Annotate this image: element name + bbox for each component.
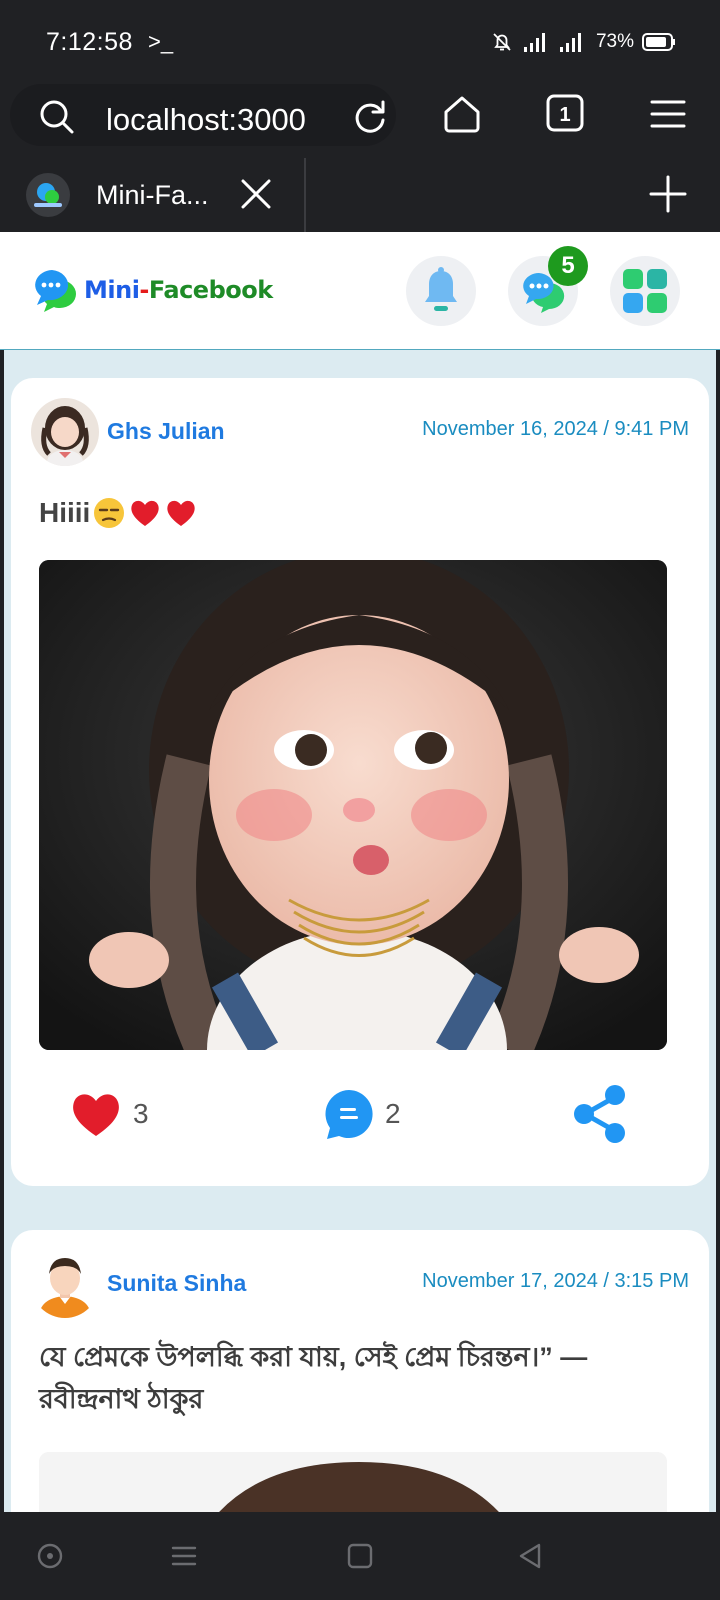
tabs-icon: 1 (546, 94, 584, 132)
tab-favicon (26, 173, 70, 217)
post-card: Ghs Julian November 16, 2024 / 9:41 PM H… (11, 378, 709, 1186)
post-text-content: Hiiii (39, 497, 91, 528)
post-card: Sunita Sinha November 17, 2024 / 3:15 PM… (11, 1230, 709, 1512)
battery-percent: 73% (595, 31, 634, 52)
share-button[interactable] (573, 1085, 627, 1143)
status-time: 7:12:58 (46, 28, 133, 56)
messages-badge: 5 (548, 246, 588, 286)
system-nav-bar (0, 1512, 720, 1600)
avatar[interactable] (31, 1250, 99, 1318)
post-image[interactable] (39, 560, 667, 1050)
app-logo[interactable]: Mini-Facebook (30, 262, 273, 318)
post-timestamp: November 17, 2024 / 3:15 PM (422, 1270, 689, 1292)
logo-mini: Mini (84, 276, 140, 304)
status-bar: 7:12:58 >_ 73% (0, 0, 720, 80)
news-feed[interactable]: Ghs Julian November 16, 2024 / 9:41 PM H… (4, 350, 716, 1512)
avatar-image (31, 398, 99, 466)
plus-icon[interactable] (648, 174, 688, 214)
post-timestamp: November 16, 2024 / 9:41 PM (422, 418, 689, 440)
heart-icon (73, 1094, 119, 1136)
logo-facebook: Facebook (148, 276, 273, 304)
share-icon (574, 1085, 625, 1143)
apps-button[interactable] (610, 256, 680, 326)
back-icon[interactable] (514, 1540, 546, 1572)
menu-icon[interactable] (648, 94, 688, 134)
bell-off-icon (493, 33, 511, 51)
app-header: Mini-Facebook 5 (0, 232, 720, 350)
like-count: 3 (133, 1098, 149, 1129)
assistant-icon[interactable] (34, 1540, 66, 1572)
comment-button[interactable]: 2 (323, 1086, 401, 1142)
post-text: Hiiii (39, 496, 198, 530)
red-heart-icon (167, 500, 196, 526)
post-emojis (92, 496, 198, 530)
comment-icon (325, 1090, 373, 1139)
unamused-face-icon (94, 498, 125, 528)
post-photo (39, 560, 667, 1050)
post-photo (39, 1452, 667, 1512)
comment-count: 2 (385, 1098, 401, 1129)
url-bar[interactable]: localhost:3000 (10, 84, 396, 146)
home-nav-icon[interactable] (344, 1540, 376, 1572)
logo-text: Mini-Facebook (84, 276, 273, 304)
author-name[interactable]: Ghs Julian (107, 418, 225, 445)
terminal-icon: >_ (148, 29, 174, 54)
tabs-switcher-button[interactable]: 1 (545, 93, 585, 133)
url-text[interactable]: localhost:3000 (106, 102, 306, 138)
avatar[interactable] (31, 398, 99, 466)
author-name[interactable]: Sunita Sinha (107, 1270, 246, 1297)
chat-bubble-logo-icon (35, 270, 76, 312)
post-image[interactable] (39, 1452, 667, 1512)
default-avatar-icon (31, 1250, 99, 1318)
tab-count: 1 (559, 104, 570, 126)
reload-icon[interactable] (350, 97, 390, 137)
recent-apps-icon[interactable] (168, 1540, 200, 1572)
favicon-icon (34, 183, 62, 207)
battery-icon (642, 33, 675, 51)
tab-title[interactable]: Mini-Fa... (96, 180, 209, 211)
notifications-button[interactable] (406, 256, 476, 326)
home-icon[interactable] (440, 92, 484, 136)
messages-button[interactable]: 5 (508, 246, 588, 326)
search-icon (40, 100, 74, 134)
like-button[interactable]: 3 (69, 1086, 149, 1142)
logo-dash: - (139, 276, 149, 304)
signal-icon-2 (559, 33, 581, 52)
signal-icon (523, 33, 545, 52)
post-text: যে প্রেমকে উপলব্ধি করা যায়, সেই প্রেম চ… (39, 1342, 588, 1414)
apps-grid-icon (623, 269, 667, 313)
bell-icon (425, 267, 457, 311)
browser-toolbar: localhost:3000 1 (0, 80, 720, 158)
red-heart-icon (131, 500, 160, 526)
status-indicators: 73% (490, 30, 676, 54)
tab-strip: Mini-Fa... (0, 158, 720, 232)
tab-divider (304, 158, 306, 232)
close-icon[interactable] (238, 176, 274, 212)
